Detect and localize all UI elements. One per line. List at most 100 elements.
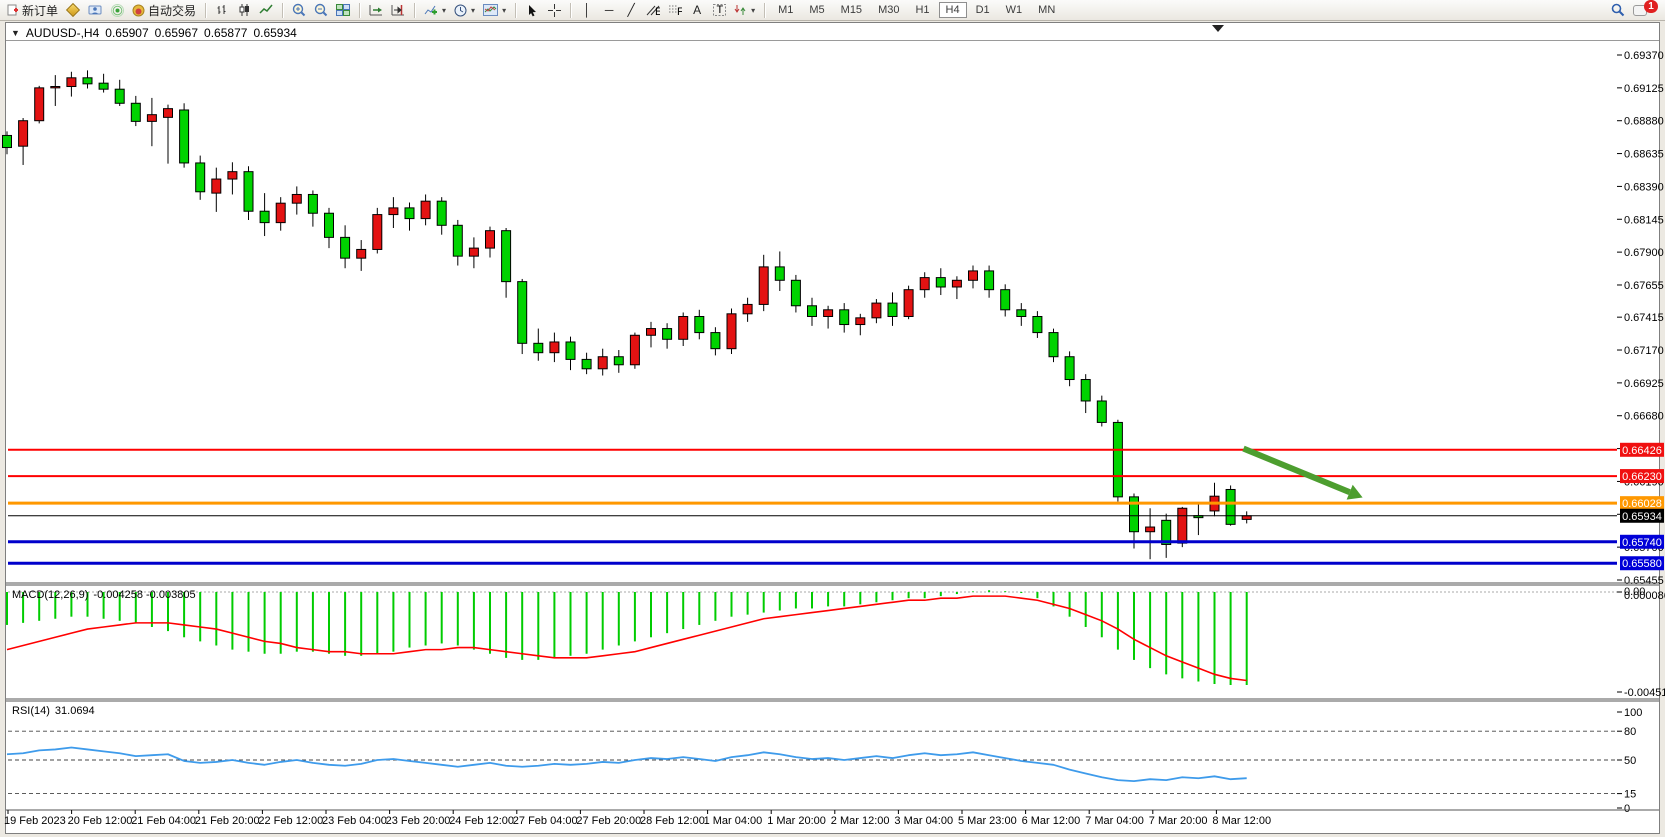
candle[interactable] (341, 225, 350, 268)
candle[interactable] (1001, 284, 1010, 316)
equidistant-channel-tool[interactable]: E (643, 1, 663, 19)
indicators-button[interactable]: ▾ (421, 1, 449, 19)
tab-m15[interactable]: M15 (834, 2, 869, 18)
text-tool[interactable]: A (687, 1, 707, 19)
tab-m5[interactable]: M5 (802, 2, 831, 18)
candle[interactable] (1065, 351, 1074, 386)
candle[interactable] (936, 268, 945, 295)
periods-button[interactable]: ▾ (451, 1, 478, 19)
candle[interactable] (566, 337, 575, 371)
candle[interactable] (1017, 303, 1026, 326)
candle[interactable] (51, 75, 60, 106)
candle[interactable] (647, 322, 656, 347)
tab-w1[interactable]: W1 (999, 2, 1030, 18)
bar-chart-mode-button[interactable] (212, 1, 232, 19)
candle[interactable] (1226, 485, 1235, 525)
fibonacci-tool[interactable]: F (665, 1, 685, 19)
text-label-tool[interactable]: T (709, 1, 729, 19)
candle[interactable] (711, 327, 720, 355)
tab-m1[interactable]: M1 (771, 2, 800, 18)
vertical-line-tool[interactable]: │ (577, 1, 597, 19)
candle[interactable] (614, 350, 623, 373)
candle[interactable] (582, 353, 591, 374)
candle[interactable] (99, 74, 108, 93)
autotrading-button[interactable]: 自动交易 (129, 1, 199, 19)
notifications-button[interactable]: 1 (1630, 1, 1661, 19)
candle[interactable] (791, 275, 800, 313)
candle[interactable] (550, 333, 559, 363)
templates-button[interactable]: ▾ (480, 1, 509, 19)
mql-community-icon[interactable] (85, 1, 105, 19)
candle[interactable] (212, 168, 221, 212)
line-chart-mode-button[interactable] (256, 1, 276, 19)
candle[interactable] (840, 303, 849, 333)
templates-dropdown-arrow[interactable]: ▾ (502, 6, 506, 15)
crosshair-tool-button[interactable] (544, 1, 564, 19)
candle[interactable] (115, 80, 124, 106)
candle[interactable] (679, 312, 688, 346)
new-order-button[interactable]: 新订单 (4, 1, 61, 19)
candle[interactable] (985, 266, 994, 298)
candle[interactable] (856, 314, 865, 335)
tab-d1[interactable]: D1 (969, 2, 997, 18)
candle[interactable] (35, 86, 44, 124)
candle[interactable] (1113, 420, 1122, 502)
candle[interactable] (1194, 503, 1203, 535)
candle[interactable] (486, 227, 495, 258)
candle[interactable] (695, 310, 704, 340)
candle[interactable] (1097, 396, 1106, 427)
candle[interactable] (373, 208, 382, 254)
candle[interactable] (244, 166, 253, 220)
tab-h4[interactable]: H4 (939, 2, 967, 18)
candle[interactable] (308, 190, 317, 226)
candle[interactable] (1049, 329, 1058, 363)
chart-shift-button[interactable] (388, 1, 408, 19)
market-watch-icon[interactable] (63, 1, 83, 19)
candle[interactable] (276, 197, 285, 231)
zoom-in-button[interactable] (289, 1, 309, 19)
zoom-out-button[interactable] (311, 1, 331, 19)
candle[interactable] (389, 197, 398, 228)
candlestick-mode-button[interactable] (234, 1, 254, 19)
candle[interactable] (260, 193, 269, 236)
candle[interactable] (1081, 374, 1090, 413)
chart-shift-marker[interactable] (1212, 25, 1224, 32)
tab-m30[interactable]: M30 (871, 2, 906, 18)
candle[interactable] (759, 255, 768, 311)
candle[interactable] (598, 349, 607, 376)
chart-canvas[interactable]: 0.693700.691250.688800.686350.683900.681… (0, 0, 1665, 837)
periods-dropdown-arrow[interactable]: ▾ (471, 6, 475, 15)
candle[interactable] (164, 105, 173, 164)
arrows-tool[interactable]: ▾ (731, 1, 758, 19)
search-button[interactable] (1608, 1, 1628, 19)
tab-mn[interactable]: MN (1031, 2, 1062, 18)
auto-scroll-button[interactable] (366, 1, 386, 19)
arrows-dropdown-arrow[interactable]: ▾ (751, 6, 755, 15)
candle[interactable] (131, 96, 140, 126)
candle[interactable] (228, 162, 237, 194)
candle[interactable] (952, 276, 961, 299)
candle[interactable] (180, 103, 189, 167)
candle[interactable] (19, 118, 28, 165)
candle[interactable] (824, 306, 833, 329)
candle[interactable] (83, 70, 92, 88)
candle[interactable] (808, 298, 817, 326)
candle[interactable] (1210, 483, 1219, 517)
candle[interactable] (630, 333, 639, 369)
candle[interactable] (421, 194, 430, 225)
candle[interactable] (67, 72, 76, 97)
tab-h1[interactable]: H1 (908, 2, 936, 18)
candle[interactable] (196, 156, 205, 200)
candle[interactable] (1033, 311, 1042, 338)
trendline-tool[interactable]: ╱ (621, 1, 641, 19)
candle[interactable] (904, 286, 913, 320)
candle[interactable] (534, 329, 543, 361)
horizontal-line-tool[interactable]: ─ (599, 1, 619, 19)
candle[interactable] (147, 98, 156, 146)
candle[interactable] (743, 298, 752, 322)
candle[interactable] (663, 323, 672, 348)
candle[interactable] (775, 251, 784, 291)
candle[interactable] (1162, 514, 1171, 558)
cursor-tool-button[interactable] (522, 1, 542, 19)
candle[interactable] (292, 186, 301, 214)
